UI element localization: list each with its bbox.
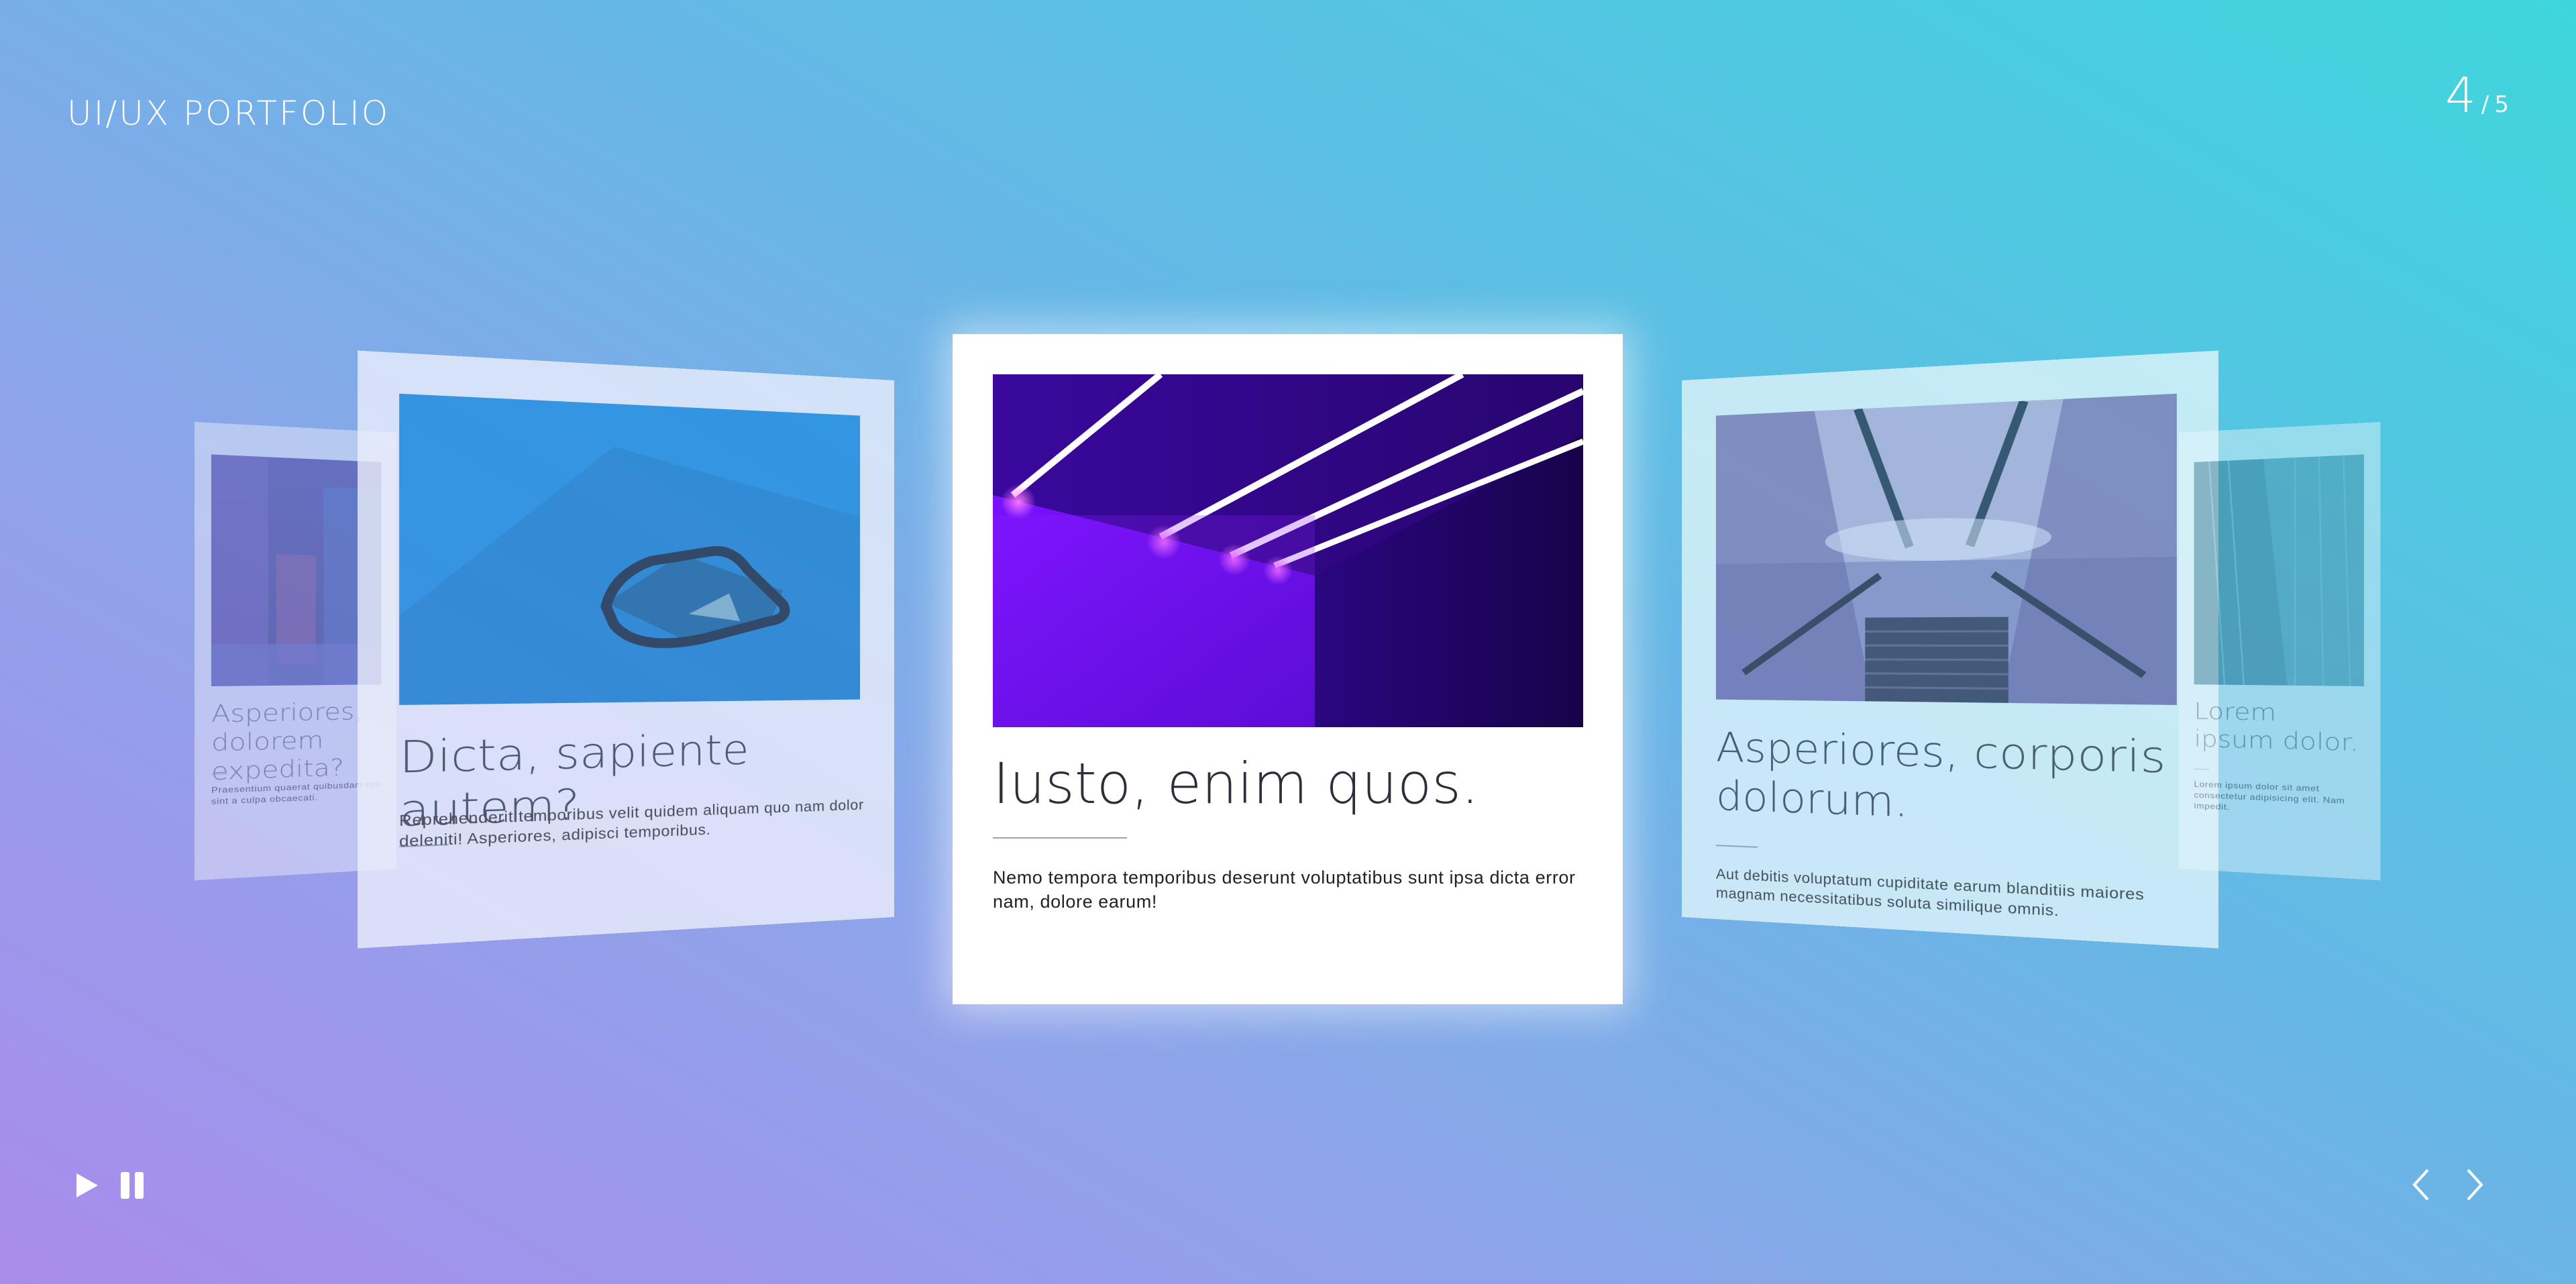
slide-card-4[interactable]: Asperiores, corporis dolorum. Aut debiti…	[1682, 350, 2219, 949]
chevron-right-icon[interactable]	[2465, 1167, 2485, 1205]
title-divider	[1715, 845, 1758, 848]
title-divider	[2194, 768, 2210, 770]
slide-description: Lorem ipsum dolor sit amet consectetur a…	[2194, 779, 2345, 812]
title-divider	[993, 837, 1127, 839]
slide-description: Nemo tempora temporibus deserunt volupta…	[993, 867, 1576, 912]
slide-navigation	[2410, 1167, 2485, 1205]
slide-image-neon-corridor	[993, 374, 1583, 727]
slide-description: Aut debitis voluptatum cupiditate earum …	[1715, 866, 2145, 920]
slide-image-stairway	[1715, 393, 2177, 705]
slide-title: Iusto, enim quos.	[993, 751, 1479, 816]
slide-title: Asperiores, corporis dolorum.	[1715, 723, 2166, 827]
slide-image-blue-play	[399, 393, 861, 705]
carousel-stage: Asperiores, dolorem expedita? Praesentiu…	[0, 0, 2576, 1284]
slide-card-active[interactable]: Iusto, enim quos. Nemo tempora temporibu…	[953, 334, 1623, 1004]
play-icon[interactable]	[74, 1171, 101, 1203]
chevron-left-icon[interactable]	[2410, 1167, 2430, 1205]
slide-card-5[interactable]: Lorem ipsum dolor. Lorem ipsum dolor sit…	[2179, 421, 2381, 881]
pause-icon[interactable]	[119, 1171, 145, 1203]
slide-card-2[interactable]: Dicta, sapiente autem? Reprehenderit tem…	[357, 350, 894, 949]
slide-title: Lorem ipsum dolor.	[2194, 698, 2359, 757]
slide-image-glass-building	[2194, 454, 2365, 686]
playback-controls	[74, 1171, 145, 1203]
slide-image-street-night	[211, 454, 382, 686]
